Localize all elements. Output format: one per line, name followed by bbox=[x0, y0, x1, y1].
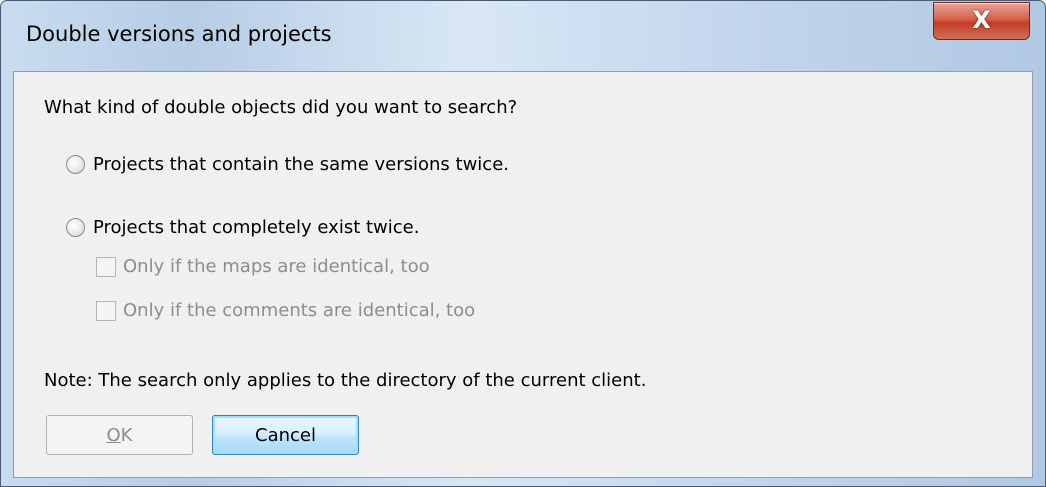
checkbox-icon[interactable] bbox=[96, 256, 116, 277]
question-label: What kind of double objects did you want… bbox=[44, 97, 518, 118]
checkbox-maps-identical[interactable]: Only if the maps are identical, too bbox=[96, 256, 430, 277]
window-title: Double versions and projects bbox=[26, 22, 332, 46]
close-button[interactable]: X bbox=[933, 2, 1030, 40]
title-bar[interactable]: Double versions and projects X bbox=[1, 1, 1045, 71]
ok-label-rest: K bbox=[120, 424, 133, 446]
radio-option-same-versions[interactable]: Projects that contain the same versions … bbox=[66, 154, 509, 175]
checkbox-label-comments[interactable]: Only if the comments are identical, too bbox=[123, 300, 475, 321]
radio-button-icon[interactable] bbox=[66, 218, 85, 237]
checkbox-comments-identical[interactable]: Only if the comments are identical, too bbox=[96, 300, 475, 321]
note-text: Note: The search only applies to the dir… bbox=[44, 370, 647, 391]
radio-label-exist-twice[interactable]: Projects that completely exist twice. bbox=[93, 217, 419, 238]
cancel-button[interactable]: Cancel bbox=[212, 415, 359, 455]
radio-option-exist-twice[interactable]: Projects that completely exist twice. bbox=[66, 217, 419, 238]
checkbox-label-maps[interactable]: Only if the maps are identical, too bbox=[123, 256, 430, 277]
close-icon: X bbox=[972, 6, 991, 34]
radio-button-icon[interactable] bbox=[66, 155, 85, 174]
dialog-body: What kind of double objects did you want… bbox=[13, 71, 1033, 478]
ok-button[interactable]: OK bbox=[46, 415, 193, 455]
ok-mnemonic: O bbox=[106, 424, 121, 446]
radio-label-same-versions[interactable]: Projects that contain the same versions … bbox=[93, 154, 509, 175]
dialog-window: Double versions and projects X What kind… bbox=[0, 0, 1046, 487]
checkbox-icon[interactable] bbox=[96, 300, 116, 321]
